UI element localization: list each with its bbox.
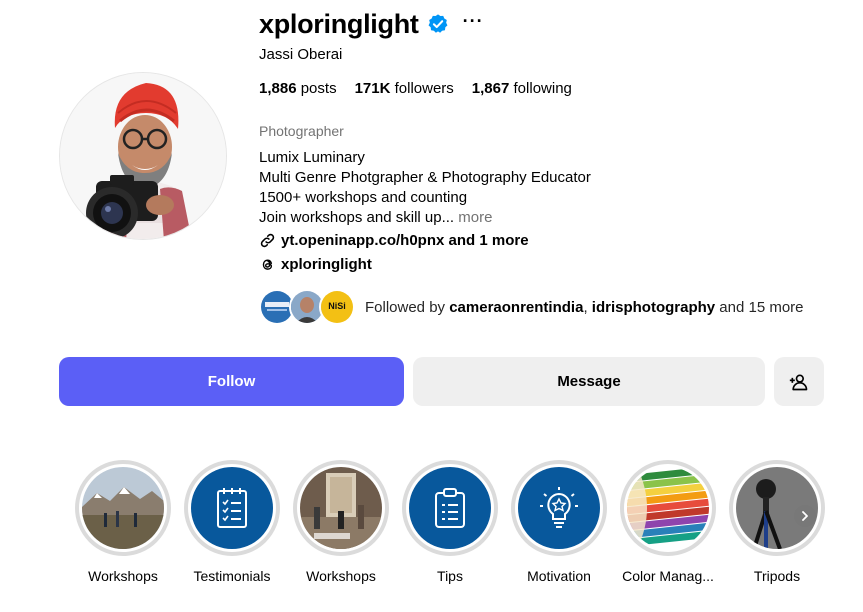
posts-count: 1,886 <box>259 80 297 97</box>
mutual-avatar-3: NiSi <box>319 289 355 325</box>
bio-line: Join workshops and skill up... <box>259 209 455 226</box>
followed-suffix: and 15 more <box>715 298 804 316</box>
posts-stat: 1,886 posts <box>259 80 337 97</box>
highlight-ring <box>620 460 716 556</box>
highlight-testimonials[interactable]: Testimonials <box>184 460 280 584</box>
highlight-motivation[interactable]: Motivation <box>511 460 607 584</box>
message-button[interactable]: Message <box>413 357 765 406</box>
posts-label: posts <box>300 80 337 97</box>
more-options-icon[interactable]: ··· <box>463 12 484 30</box>
highlight-ring <box>402 460 498 556</box>
username-row: xploringlight ··· <box>259 6 484 42</box>
followers-stat[interactable]: 171K followers <box>355 80 454 97</box>
bio-more-link[interactable]: more <box>458 209 492 226</box>
highlight-color-management[interactable]: Color Manag... <box>620 460 716 584</box>
highlight-label: Testimonials <box>193 568 271 584</box>
highlight-ring <box>184 460 280 556</box>
highlight-ring <box>75 460 171 556</box>
bio-line: 1500+ workshops and counting <box>259 189 468 206</box>
svg-text:NiSi: NiSi <box>328 301 346 311</box>
bio-line-last: Join workshops and skill up... more <box>259 208 591 228</box>
workshop-photo <box>300 467 382 549</box>
color-pencils-photo <box>627 467 709 549</box>
landscape-photo <box>82 467 164 549</box>
highlight-workshops[interactable]: Workshops <box>75 460 171 584</box>
profile-category: Photographer <box>259 123 344 139</box>
highlight-ring <box>511 460 607 556</box>
threads-icon <box>262 259 273 270</box>
profile-bio: Lumix Luminary Multi Genre Photgrapher &… <box>259 148 591 228</box>
mutual-user-1: cameraonrentindia <box>449 298 584 316</box>
followers-label: followers <box>394 80 454 97</box>
chevron-right-icon <box>802 511 808 521</box>
following-stat[interactable]: 1,867 following <box>472 80 572 97</box>
external-link-text: yt.openinapp.co/h0pnx and 1 more <box>281 232 529 249</box>
highlight-ring <box>293 460 389 556</box>
bio-line: Multi Genre Photgrapher & Photography Ed… <box>259 169 591 186</box>
mutual-user-2: idrisphotography <box>591 298 716 316</box>
profile-stats: 1,886 posts 171K followers 1,867 followi… <box>259 80 572 97</box>
followed-prefix: Followed by <box>365 298 450 316</box>
verified-badge-icon <box>427 13 449 35</box>
highlight-label: Tripods <box>753 568 801 584</box>
suggested-users-button[interactable] <box>774 357 824 406</box>
link-icon <box>260 233 275 248</box>
profile-avatar[interactable] <box>59 72 227 240</box>
follow-button[interactable]: Follow <box>59 357 404 406</box>
checklist-notepad-icon <box>191 467 273 549</box>
followed-separator: , <box>583 298 592 316</box>
highlight-tips[interactable]: Tips <box>402 460 498 584</box>
full-name: Jassi Oberai <box>259 46 343 63</box>
external-link[interactable]: yt.openinapp.co/h0pnx and 1 more <box>259 232 529 249</box>
highlight-label: Workshops <box>306 568 376 584</box>
followed-by[interactable]: NiSi Followed by cameraonrentindia, idri… <box>259 289 804 325</box>
followed-by-text: Followed by cameraonrentindia, idrisphot… <box>365 299 804 316</box>
following-count: 1,867 <box>471 80 510 97</box>
highlight-label: Color Manag... <box>622 568 714 584</box>
highlight-label: Tips <box>437 568 463 584</box>
highlight-label: Workshops <box>88 568 158 584</box>
bio-line: Lumix Luminary <box>259 149 365 166</box>
threads-handle: xploringlight <box>281 256 372 273</box>
mutual-avatars: NiSi <box>259 289 359 325</box>
followers-count: 171K <box>354 80 391 97</box>
highlights-next-button[interactable] <box>794 505 816 527</box>
lightbulb-icon <box>518 467 600 549</box>
following-label: following <box>513 80 572 97</box>
clipboard-icon <box>409 467 491 549</box>
username: xploringlight <box>259 8 419 39</box>
highlight-label: Motivation <box>527 568 591 584</box>
highlight-workshops-2[interactable]: Workshops <box>293 460 389 584</box>
story-highlights: Workshops Testimonials Workshops Tips Mo… <box>0 460 863 610</box>
add-person-icon <box>789 374 808 390</box>
threads-link[interactable]: xploringlight <box>259 256 372 273</box>
avatar-image <box>60 73 226 239</box>
